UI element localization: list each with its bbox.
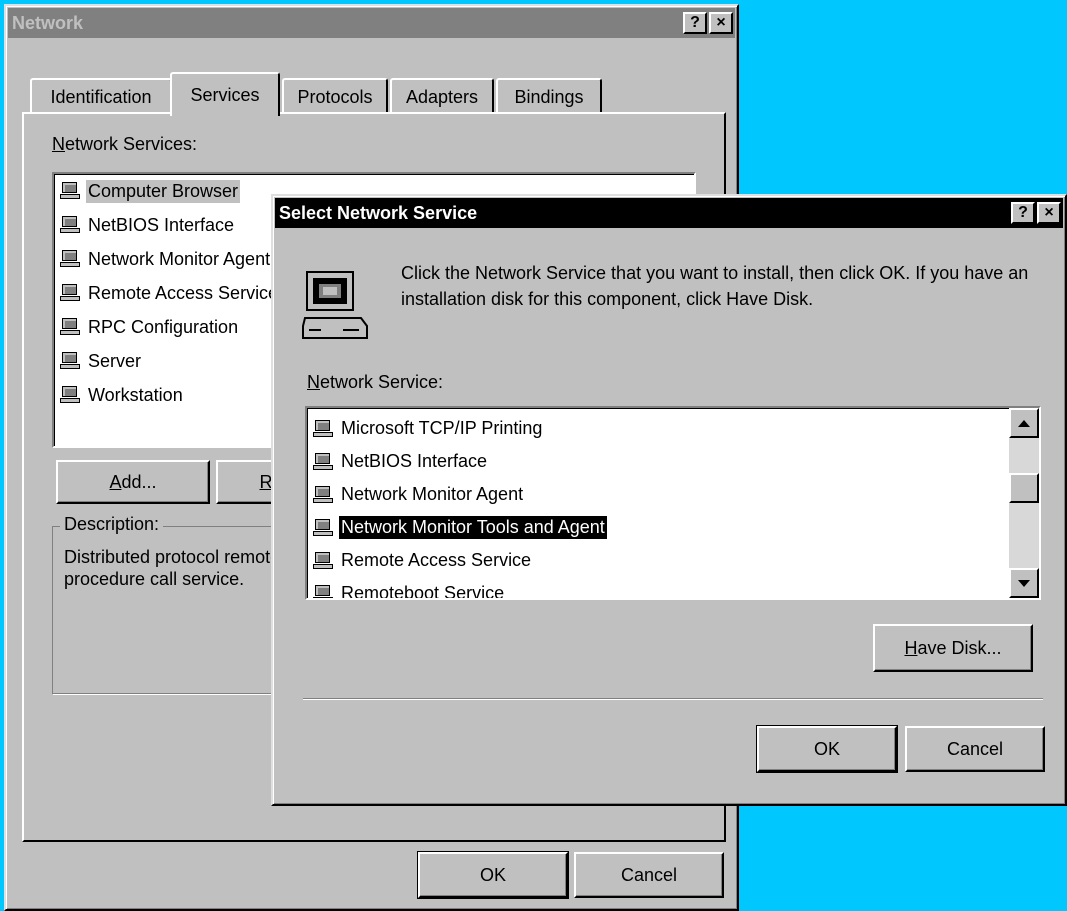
scroll-up-button[interactable] bbox=[1009, 408, 1039, 438]
have-disk-button[interactable]: Have Disk... bbox=[873, 624, 1033, 672]
dialog-close-button[interactable]: × bbox=[1037, 202, 1061, 224]
tab-identification[interactable]: Identification bbox=[30, 78, 172, 114]
pc-icon bbox=[60, 216, 80, 234]
dialog-cancel-button[interactable]: Cancel bbox=[905, 726, 1045, 772]
dialog-titlebar[interactable]: Select Network Service ? × bbox=[275, 198, 1063, 228]
pc-icon bbox=[60, 318, 80, 336]
list-item-selected[interactable]: Network Monitor Tools and Agent bbox=[307, 511, 1005, 544]
network-services-label: Network Services: bbox=[52, 134, 198, 154]
list-item[interactable]: Network Monitor Agent bbox=[307, 478, 1005, 511]
dialog-title: Select Network Service bbox=[279, 202, 478, 223]
dialog-instructions: Click the Network Service that you want … bbox=[401, 263, 1029, 309]
pc-icon bbox=[313, 518, 333, 537]
dialog-help-button[interactable]: ? bbox=[1011, 202, 1035, 224]
dialog-separator bbox=[303, 698, 1043, 700]
pc-icon bbox=[60, 352, 80, 370]
pc-icon bbox=[60, 182, 80, 200]
list-items: Microsoft TCP/IP Printing NetBIOS Interf… bbox=[307, 412, 1005, 598]
add-button[interactable]: Add... bbox=[56, 460, 210, 504]
network-service-label: Network Service: bbox=[307, 372, 444, 392]
tab-services[interactable]: Services bbox=[170, 72, 280, 116]
tab-adapters[interactable]: Adapters bbox=[390, 78, 494, 114]
network-ok-button[interactable]: OK bbox=[417, 851, 569, 899]
network-service-list[interactable]: Microsoft TCP/IP Printing NetBIOS Interf… bbox=[305, 406, 1041, 600]
pc-icon bbox=[313, 584, 333, 598]
computer-install-icon bbox=[301, 268, 371, 344]
list-item[interactable]: Remote Access Service bbox=[307, 544, 1005, 577]
network-titlebar[interactable]: Network ? × bbox=[8, 8, 735, 38]
pc-icon bbox=[313, 485, 333, 504]
scroll-down-button[interactable] bbox=[1009, 568, 1039, 598]
list-item[interactable]: Microsoft TCP/IP Printing bbox=[307, 412, 1005, 445]
list-scrollbar[interactable] bbox=[1009, 408, 1039, 598]
tab-protocols[interactable]: Protocols bbox=[282, 78, 388, 114]
pc-icon bbox=[313, 419, 333, 438]
tab-bindings[interactable]: Bindings bbox=[496, 78, 602, 114]
pc-icon bbox=[60, 250, 80, 268]
dialog-ok-button[interactable]: OK bbox=[756, 725, 898, 773]
description-label: Description: bbox=[60, 514, 164, 535]
pc-icon bbox=[60, 284, 80, 302]
list-item[interactable]: NetBIOS Interface bbox=[307, 445, 1005, 478]
select-network-service-dialog: Select Network Service ? × Click the Net… bbox=[271, 194, 1067, 806]
pc-icon bbox=[313, 452, 333, 471]
scroll-up-arrow-icon bbox=[1018, 419, 1030, 427]
network-close-button[interactable]: × bbox=[709, 12, 733, 34]
scroll-down-arrow-icon bbox=[1018, 579, 1030, 587]
list-item[interactable]: Remoteboot Service bbox=[307, 577, 1005, 598]
pc-icon bbox=[60, 386, 80, 404]
pc-icon bbox=[313, 551, 333, 570]
network-help-button[interactable]: ? bbox=[683, 12, 707, 34]
scroll-thumb[interactable] bbox=[1009, 473, 1039, 503]
network-cancel-button[interactable]: Cancel bbox=[574, 852, 724, 898]
network-title: Network bbox=[12, 12, 84, 33]
